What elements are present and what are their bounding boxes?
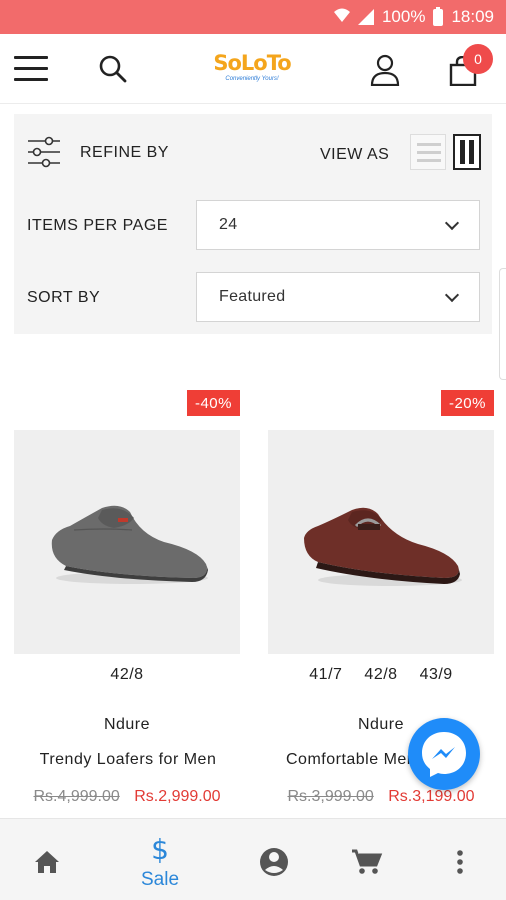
sort-by-value: Featured [219,288,286,305]
size-list: 41/7 42/8 43/9 [268,666,494,684]
discount-badge: -20% [440,390,494,416]
status-bar: 100% 18:09 [0,0,506,34]
battery-percent: 100% [381,7,426,26]
discount-badge: -40% [186,390,240,416]
user-icon[interactable] [370,54,400,87]
size-list: 42/8 [14,666,240,684]
original-price: Rs.3,999.00 [287,788,374,805]
nav-account[interactable] [244,819,304,900]
sort-by-select[interactable]: Featured [196,272,480,322]
size-option[interactable]: 42/8 [364,666,397,684]
items-per-page-label: ITEMS PER PAGE [27,217,168,234]
nav-sale-label: Sale [140,869,180,890]
filter-panel: REFINE BY VIEW AS ITEMS PER PAGE 24 SORT… [14,114,492,334]
cart-count-badge: 0 [463,44,493,74]
wifi-icon [333,7,350,27]
logo-tagline: Conveniently Yours! [225,76,279,82]
clock: 18:09 [451,7,494,26]
product-name[interactable]: Trendy Loafers for Men [8,751,248,769]
bottom-nav: $ Sale [0,818,506,900]
more-vert-icon [457,850,463,874]
logo[interactable]: SoLoTo Conveniently Yours! [212,51,292,91]
list-view-icon[interactable] [410,134,446,170]
size-option[interactable]: 43/9 [420,666,453,684]
sort-by-label: SORT BY [27,289,101,306]
original-price: Rs.4,999.00 [33,788,120,805]
home-icon [35,851,59,873]
nav-sale[interactable]: $ Sale [130,819,190,900]
size-option[interactable]: 41/7 [309,666,342,684]
nav-home[interactable] [17,819,77,900]
messenger-chat-button[interactable] [408,718,480,790]
items-per-page-select[interactable]: 24 [196,200,480,250]
menu-icon[interactable] [14,56,48,82]
messenger-icon [422,732,466,777]
filter-sliders-icon[interactable] [27,136,61,168]
grid-view-icon[interactable] [453,134,481,170]
logo-text: SoLoTo [213,51,291,75]
product-brand: Ndure [103,716,151,733]
chevron-down-icon [444,215,460,231]
chevron-down-icon [444,287,460,303]
cart-icon [352,849,383,874]
refine-by-button[interactable]: REFINE BY [80,144,169,162]
size-option[interactable]: 42/8 [110,666,143,684]
price-row: Rs.4,999.00 Rs.2,999.00 [14,788,240,806]
dollar-icon: $ [151,833,169,866]
search-icon[interactable] [98,54,128,84]
sale-price: Rs.3,199.00 [388,788,475,805]
product-image-brown-loafer[interactable] [268,430,494,654]
sale-price: Rs.2,999.00 [134,788,221,805]
nav-cart[interactable] [336,819,396,900]
signal-icon [357,9,374,25]
battery-icon [433,6,444,26]
app-header: SoLoTo Conveniently Yours! [0,34,506,104]
scrollbar[interactable] [499,268,506,380]
nav-more[interactable] [430,819,490,900]
items-per-page-value: 24 [219,216,238,233]
account-icon [260,848,288,876]
view-as-label: VIEW AS [320,146,390,163]
price-row: Rs.3,999.00 Rs.3,199.00 [268,788,494,806]
product-image-grey-loafer[interactable] [14,430,240,654]
